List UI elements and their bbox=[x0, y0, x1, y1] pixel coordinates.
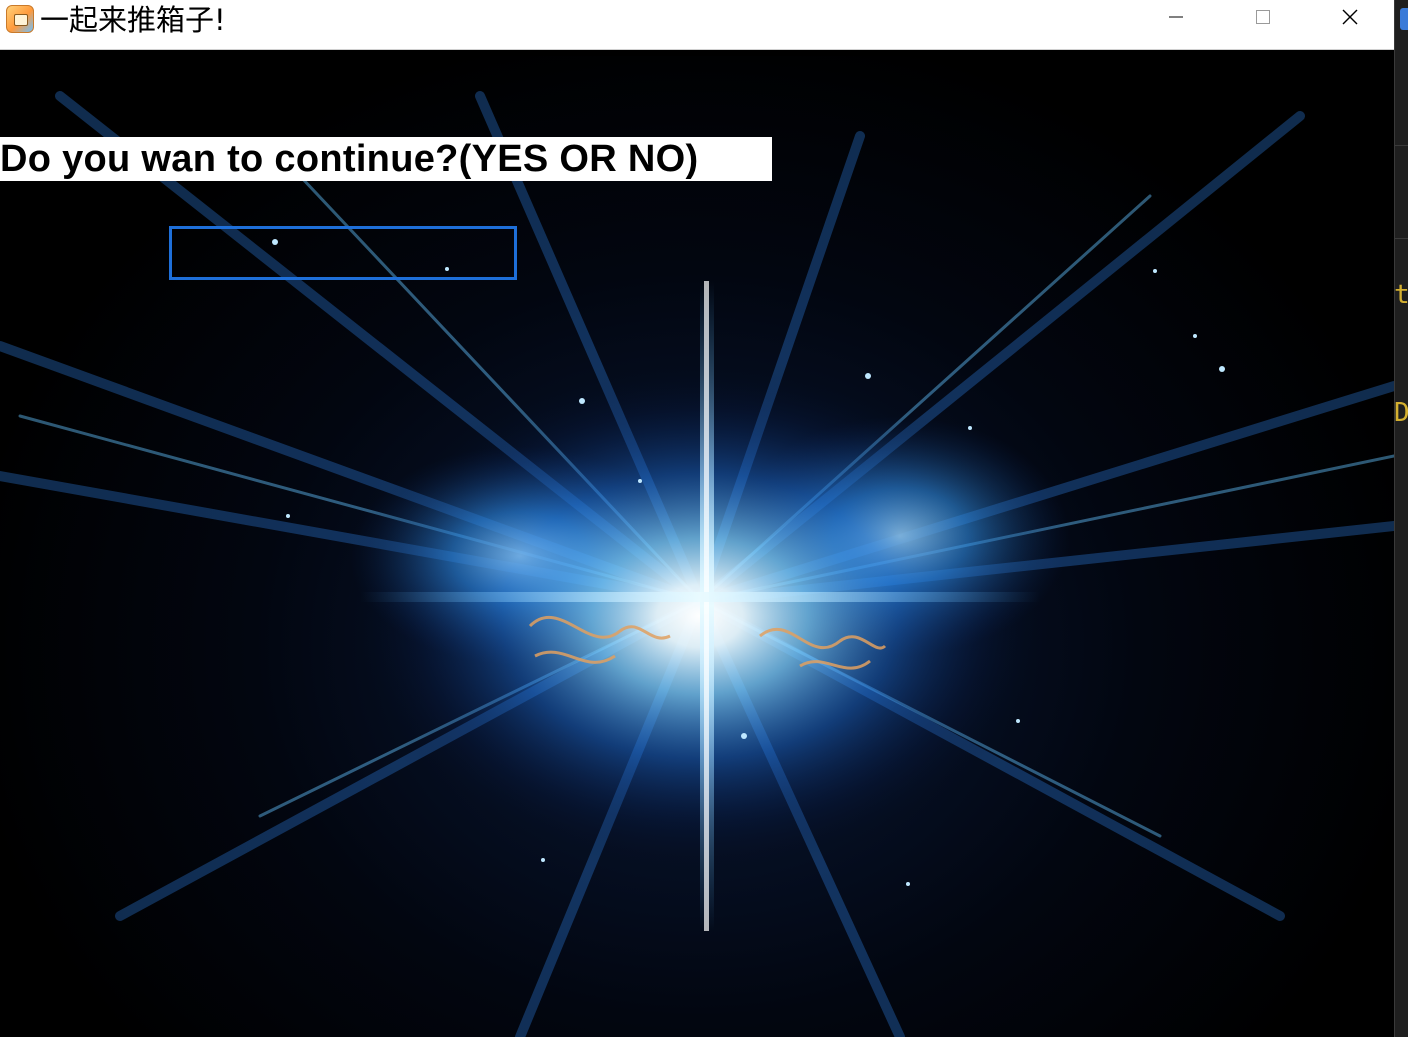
close-button[interactable] bbox=[1306, 0, 1394, 34]
minimize-button[interactable] bbox=[1132, 0, 1220, 34]
window-title: 一起来推箱子! bbox=[40, 3, 226, 37]
game-canvas: Do you wan to continue?(YES OR NO) bbox=[0, 56, 1394, 1037]
background-divider bbox=[1394, 145, 1408, 146]
background-divider bbox=[1394, 238, 1408, 239]
maximize-icon bbox=[1256, 10, 1270, 24]
explosion-background-image bbox=[0, 91, 1394, 1037]
background-code-fragment: D, bbox=[1394, 398, 1408, 428]
background-code-fragment: th bbox=[1394, 280, 1408, 310]
background-window-edge bbox=[1394, 0, 1408, 1037]
minimize-icon bbox=[1169, 16, 1183, 18]
game-window: 一起来推箱子! Do you wan to continue?(YES OR N… bbox=[0, 0, 1394, 1037]
answer-input[interactable] bbox=[169, 226, 517, 280]
title-bar[interactable]: 一起来推箱子! bbox=[0, 0, 1394, 50]
continue-prompt: Do you wan to continue?(YES OR NO) bbox=[0, 137, 772, 181]
background-window-accent bbox=[1400, 8, 1408, 30]
maximize-button[interactable] bbox=[1219, 0, 1307, 34]
game-app-icon bbox=[6, 5, 34, 33]
close-icon bbox=[1342, 9, 1358, 25]
